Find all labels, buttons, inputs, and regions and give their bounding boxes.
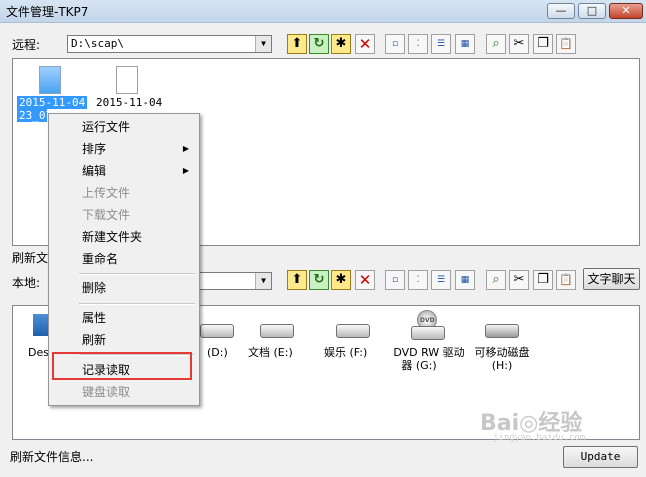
menu-item-label: 刷新 [82,333,107,347]
menu-item-label: 新建文件夹 [82,230,143,244]
refresh-icon[interactable]: ↻ [309,34,329,54]
menu-item-label: 键盘读取 [82,385,131,399]
delete-icon[interactable]: ✕ [355,34,375,54]
dvd-badge: DVD [420,317,435,324]
paste-icon[interactable]: 📋 [556,34,576,54]
cut-icon[interactable]: ✂ [509,270,529,290]
folder-up-icon[interactable]: ⬆ [287,270,307,290]
maximize-button[interactable]: □ [578,3,606,19]
menu-item-label: 下载文件 [82,208,131,222]
menu-item-label: 编辑 [82,164,107,178]
update-button[interactable]: Update [563,446,638,468]
folder-up-icon[interactable]: ⬆ [287,34,307,54]
drive-label: 文档 (E:) [248,346,293,359]
details-view-icon[interactable]: ▦ [455,34,475,54]
menu-item-label: 运行文件 [82,120,131,134]
text-chat-button[interactable]: 文字聊天 [583,268,640,290]
drive-label-line2: (H:) [491,359,513,372]
drive-label: Des [28,346,49,359]
drive-label: 娱乐 (F:) [324,346,368,359]
submenu-arrow-icon: ▶ [182,144,189,153]
menu-item-properties[interactable]: 属性 [49,307,199,329]
remote-label: 远程: [12,38,41,52]
refresh-icon[interactable]: ↻ [309,270,329,290]
menu-item-label: 删除 [82,281,107,295]
paste-icon[interactable]: 📋 [556,270,576,290]
large-icons-view-icon[interactable]: ▫ [385,34,405,54]
menu-item-new-folder[interactable]: 新建文件夹 [49,226,199,248]
new-folder-icon[interactable]: ✱ [331,34,351,54]
hard-drive-icon [260,324,294,338]
dvd-drive-icon [411,326,445,340]
local-drive-item[interactable]: 可移动磁盘 (H:) [468,316,536,372]
file-name-line1: 2015-11-04 [17,96,87,109]
minimize-icon: — [555,4,567,17]
watermark-url: jingyan.baidu.com [493,433,586,443]
drive-label-line1: DVD RW 驱动 [393,346,465,359]
chevron-down-icon[interactable]: ▼ [255,36,271,52]
copy-icon[interactable]: ❐ [533,270,553,290]
remote-path-value: D:\scap\ [71,37,124,50]
local-drive-item[interactable]: 娱乐 (F:) [322,318,384,366]
minimize-button[interactable]: — [547,3,575,19]
delete-icon[interactable]: ✕ [355,270,375,290]
menu-item-label: 排序 [82,142,107,156]
menu-item-label: 属性 [82,311,107,325]
menu-item-refresh[interactable]: 刷新 [49,329,199,351]
new-folder-icon[interactable]: ✱ [331,270,351,290]
remote-file-item[interactable]: 2015-11-04 [94,62,164,112]
drive-label-line2: 器 (G:) [401,359,437,372]
submenu-arrow-icon: ▶ [182,166,189,175]
menu-item-run-file[interactable]: 运行文件 [49,116,199,138]
title-bar: 文件管理-TKP7 — □ ✕ [0,0,646,23]
maximize-icon: □ [586,4,598,17]
drive-label: (D:) [207,346,228,359]
hard-drive-icon [200,324,234,338]
menu-item-upload-file: 上传文件 [49,182,199,204]
remote-path-combo[interactable]: D:\scap\ ▼ [67,35,272,53]
search-icon[interactable]: ⌕ [486,270,506,290]
large-icons-view-icon[interactable]: ▫ [385,270,405,290]
local-label: 本地: [12,276,41,290]
menu-item-sort[interactable]: 排序 ▶ [49,138,199,160]
local-drive-item[interactable]: DVD DVD RW 驱动 器 (G:) [393,308,465,372]
menu-item-keyboard-read: 键盘读取 [49,381,199,403]
drive-label-line1: 可移动磁盘 [474,346,530,359]
hard-drive-icon [336,324,370,338]
list-view-icon[interactable]: ☰ [431,34,451,54]
local-path-combo[interactable]: ▼ [198,272,272,290]
close-icon: ✕ [621,4,631,17]
removable-disk-icon [485,324,519,338]
menu-item-delete[interactable]: 删除 [49,277,199,299]
small-icons-view-icon[interactable]: ⁚ [408,270,428,290]
highlight-box [52,352,192,380]
local-drive-item[interactable]: 文档 (E:) [246,318,308,366]
file-name-line2: 23_07 [17,109,53,122]
copy-icon[interactable]: ❐ [533,34,553,54]
menu-separator [79,273,195,275]
file-icon [39,66,61,94]
status-text: 刷新文件信息... [10,450,94,464]
chevron-down-icon[interactable]: ▼ [255,273,271,289]
file-name-line1: 2015-11-04 [96,96,163,109]
window-title: 文件管理-TKP7 [6,5,89,19]
menu-separator [79,303,195,305]
menu-item-label: 上传文件 [82,186,131,200]
desktop-icon [33,314,49,336]
menu-item-edit[interactable]: 编辑 ▶ [49,160,199,182]
close-button[interactable]: ✕ [609,3,643,19]
remote-status-text: 刷新文 [12,251,49,265]
menu-item-rename[interactable]: 重命名 [49,248,199,270]
menu-item-download-file: 下载文件 [49,204,199,226]
local-drive-item[interactable]: (D:) [200,318,236,366]
list-view-icon[interactable]: ☰ [431,270,451,290]
menu-item-label: 重命名 [82,252,119,266]
file-icon [116,66,138,94]
details-view-icon[interactable]: ▦ [455,270,475,290]
cut-icon[interactable]: ✂ [509,34,529,54]
small-icons-view-icon[interactable]: ⁚ [408,34,428,54]
search-icon[interactable]: ⌕ [486,34,506,54]
